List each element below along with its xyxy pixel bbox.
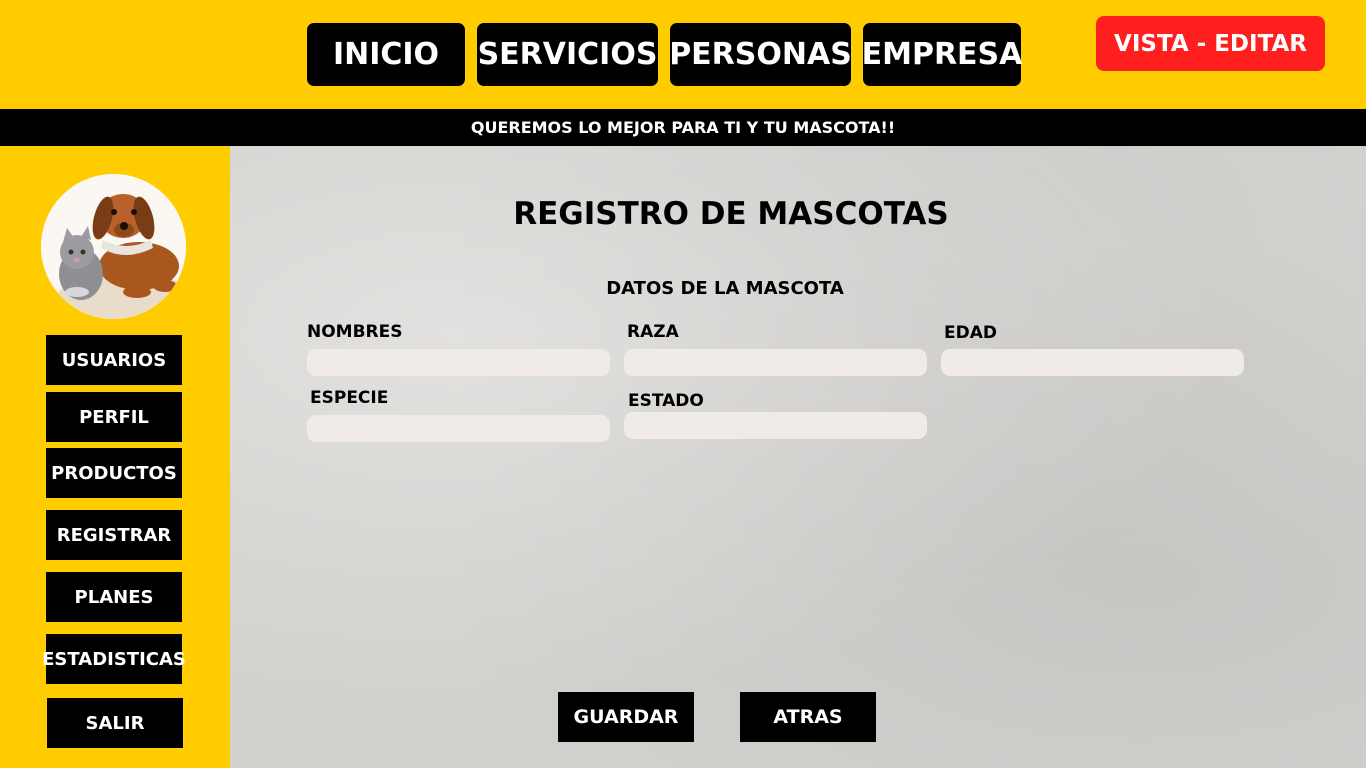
sidebar-item-perfil[interactable]: PERFIL (46, 392, 182, 442)
nombres-field[interactable] (307, 349, 610, 376)
nav-inicio-button[interactable]: INICIO (307, 23, 465, 86)
nav-empresa-button[interactable]: EMPRESA (862, 23, 1022, 86)
edad-label: EDAD (944, 323, 997, 343)
sidebar-item-registrar[interactable]: REGISTRAR (46, 510, 182, 560)
especie-field[interactable] (307, 415, 610, 442)
vista-editar-button[interactable]: VISTA - EDITAR (1096, 16, 1325, 71)
main-content (230, 146, 1366, 768)
sidebar-item-planes[interactable]: PLANES (46, 572, 182, 622)
section-subtitle: DATOS DE LA MASCOTA (606, 278, 844, 299)
estado-field[interactable] (624, 412, 927, 439)
especie-label: ESPECIE (310, 388, 389, 408)
sidebar-item-productos[interactable]: PRODUCTOS (46, 448, 182, 498)
estado-label: ESTADO (628, 391, 704, 411)
guardar-button[interactable]: GUARDAR (558, 692, 694, 742)
slogan-banner: QUEREMOS LO MEJOR PARA TI Y TU MASCOTA!! (0, 109, 1366, 146)
sidebar-item-usuarios[interactable]: USUARIOS (46, 335, 182, 385)
sidebar-item-estadisticas[interactable]: ESTADISTICAS (42, 634, 186, 684)
raza-label: RAZA (627, 322, 679, 342)
edad-field[interactable] (941, 349, 1244, 376)
pet-avatar (41, 174, 186, 319)
nav-servicios-button[interactable]: SERVICIOS (477, 23, 658, 86)
nav-personas-button[interactable]: PERSONAS (669, 23, 852, 86)
sidebar-item-salir[interactable]: SALIR (47, 698, 183, 748)
raza-field[interactable] (624, 349, 927, 376)
atras-button[interactable]: ATRAS (740, 692, 876, 742)
page-title: REGISTRO DE MASCOTAS (513, 196, 949, 232)
pet-dog-cat-avatar-icon (41, 174, 186, 319)
nombres-label: NOMBRES (307, 322, 403, 342)
